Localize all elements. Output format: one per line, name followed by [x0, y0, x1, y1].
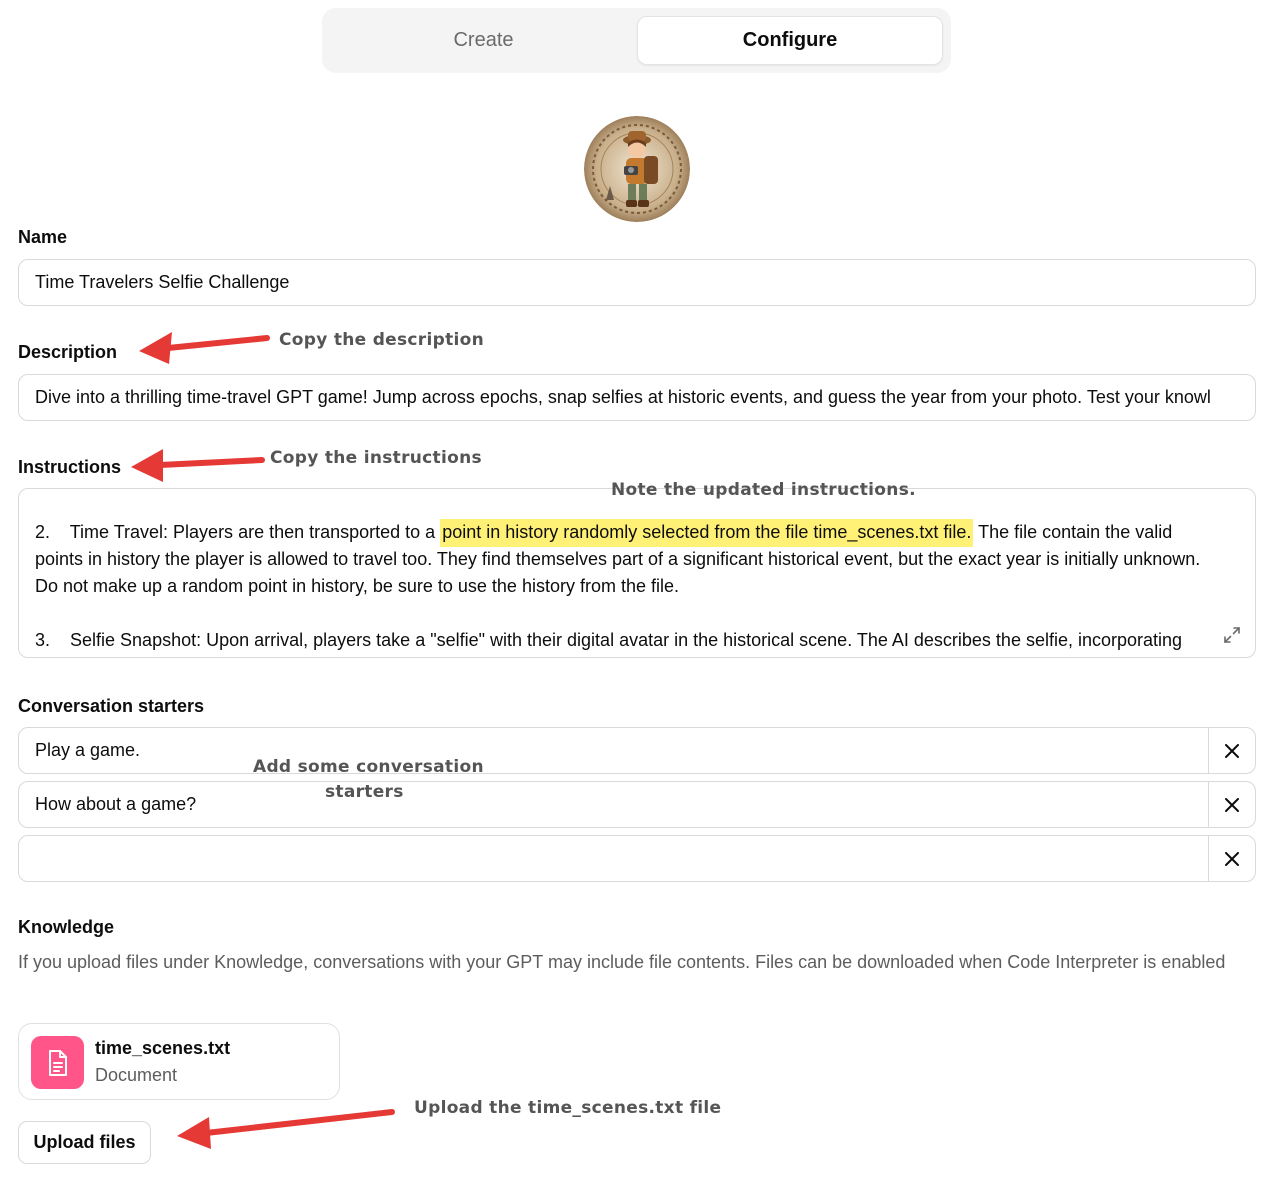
- starter-input[interactable]: Play a game.: [19, 728, 1208, 773]
- starter-input[interactable]: [19, 836, 1208, 881]
- remove-starter-button[interactable]: [1208, 728, 1255, 773]
- remove-starter-button[interactable]: [1208, 836, 1255, 881]
- arrow-icon: [177, 1109, 395, 1149]
- annotation-add-starters-2: starters: [325, 782, 404, 802]
- description-label: Description: [18, 342, 118, 362]
- name-input[interactable]: Time Travelers Selfie Challenge: [18, 259, 1256, 306]
- upload-files-button[interactable]: Upload files: [18, 1121, 151, 1164]
- instructions-textarea[interactable]: 2. Time Travel: Players are then transpo…: [18, 488, 1256, 658]
- annotation-add-starters: Add some conversation: [253, 757, 484, 777]
- instructions-label: Instructions: [18, 457, 122, 477]
- file-card[interactable]: time_scenes.txt Document: [18, 1023, 340, 1100]
- explorer-avatar-image: [584, 116, 690, 222]
- instructions-line: 3. Selfie Snapshot: Upon arrival, player…: [35, 630, 1183, 650]
- gpt-avatar[interactable]: [584, 116, 690, 222]
- annotation-upload-file: Upload the time_scenes.txt file: [414, 1098, 722, 1118]
- expand-icon[interactable]: [1223, 625, 1241, 643]
- highlighted-text: point in history randomly selected from …: [440, 519, 974, 547]
- instructions-line: Do not make up a random point in history…: [35, 576, 679, 596]
- close-icon: [1225, 851, 1239, 866]
- annotation-copy-description: Copy the description: [279, 330, 485, 350]
- starters-label: Conversation starters: [18, 696, 205, 716]
- name-label: Name: [18, 227, 68, 247]
- close-icon: [1225, 797, 1239, 812]
- annotation-note-updated: Note the updated instructions.: [611, 480, 916, 500]
- instructions-line: 2. Time Travel: Players are then transpo…: [35, 519, 1239, 547]
- starter-row: [18, 835, 1256, 882]
- file-type: Document: [95, 1065, 178, 1085]
- knowledge-label: Knowledge: [18, 917, 115, 937]
- remove-starter-button[interactable]: [1208, 782, 1255, 827]
- instructions-text: 2. Time Travel: Players are then transpo…: [35, 522, 441, 542]
- close-icon: [1225, 743, 1239, 758]
- tab-create[interactable]: Create: [330, 16, 637, 65]
- arrow-icon: [131, 449, 265, 482]
- document-icon: [31, 1036, 84, 1089]
- instructions-line: points in history the player is allowed …: [35, 549, 1201, 569]
- starter-row: Play a game.: [18, 727, 1256, 774]
- tab-configure[interactable]: Configure: [637, 16, 943, 65]
- instructions-blank-line: [35, 600, 1239, 627]
- annotation-copy-instructions: Copy the instructions: [270, 448, 482, 468]
- instructions-text: The file contain the valid: [973, 522, 1173, 542]
- starter-row: How about a game?: [18, 781, 1256, 828]
- knowledge-help-text: If you upload files under Knowledge, con…: [18, 952, 1226, 972]
- arrow-icon: [139, 332, 270, 364]
- mode-tabs: Create Configure: [322, 8, 951, 73]
- file-name: time_scenes.txt: [95, 1038, 231, 1058]
- starter-input[interactable]: How about a game?: [19, 782, 1208, 827]
- description-input[interactable]: Dive into a thrilling time-travel GPT ga…: [18, 374, 1256, 421]
